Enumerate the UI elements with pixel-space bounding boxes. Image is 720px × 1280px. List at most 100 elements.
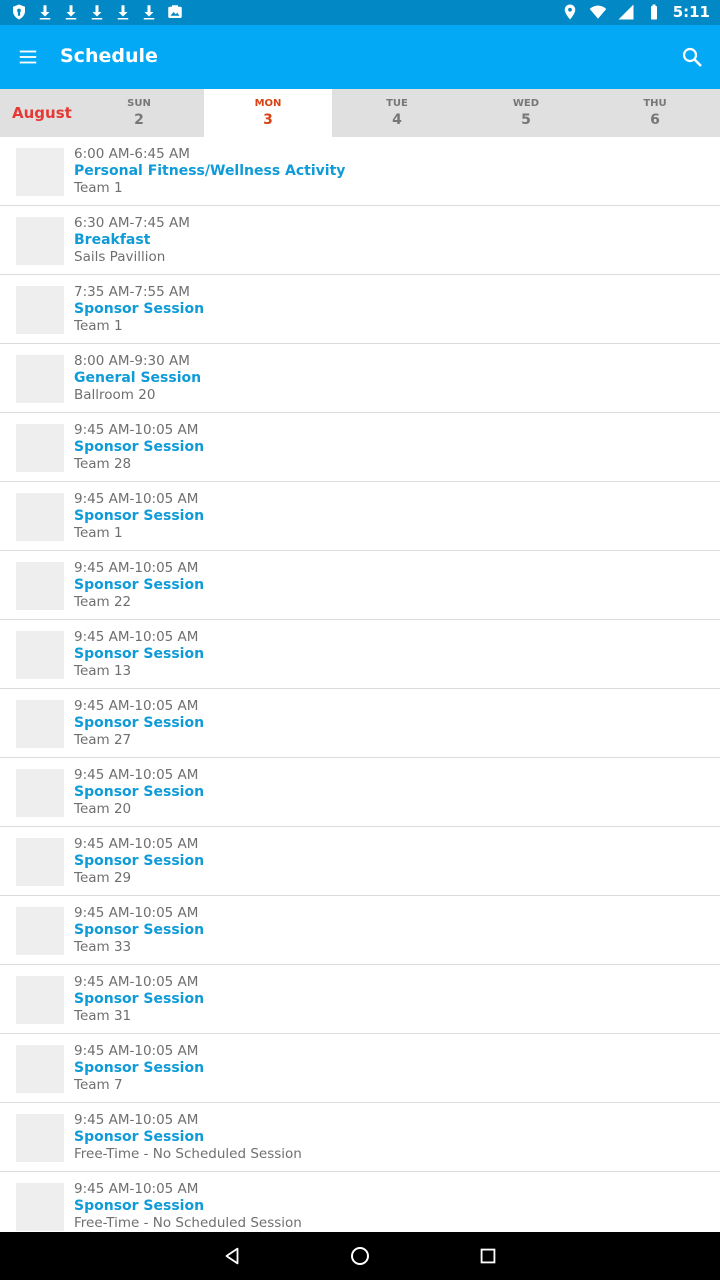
day-thu[interactable]: THU 6 xyxy=(591,89,719,137)
session-thumbnail xyxy=(16,355,64,403)
back-button[interactable] xyxy=(220,1244,244,1268)
session-time: 9:45 AM-10:05 AM xyxy=(74,491,199,507)
day-number: 4 xyxy=(392,112,402,128)
session-time: 7:35 AM-7:55 AM xyxy=(74,284,190,300)
session-time: 9:45 AM-10:05 AM xyxy=(74,629,199,645)
recents-button[interactable] xyxy=(476,1244,500,1268)
session-time: 9:45 AM-10:05 AM xyxy=(74,836,199,852)
list-item[interactable]: 9:45 AM-10:05 AM Sponsor Session Team 28 xyxy=(0,413,720,482)
shield-icon xyxy=(13,4,25,20)
download-icon xyxy=(117,5,129,20)
session-location: Team 1 xyxy=(74,525,123,541)
session-title: Sponsor Session xyxy=(74,715,205,731)
session-location: Team 20 xyxy=(74,801,132,817)
download-icon xyxy=(91,5,103,20)
session-title: Personal Fitness/Wellness Activity xyxy=(74,163,346,179)
session-title: Sponsor Session xyxy=(74,577,205,593)
session-time: 9:45 AM-10:05 AM xyxy=(74,1043,199,1059)
list-item[interactable]: 9:45 AM-10:05 AM Sponsor Session Free-Time… xyxy=(0,1172,720,1232)
session-time: 9:45 AM-10:05 AM xyxy=(74,560,199,576)
list-item[interactable]: 9:45 AM-10:05 AM Sponsor Session Team 29 xyxy=(0,827,720,896)
session-title: Sponsor Session xyxy=(74,439,205,455)
list-item[interactable]: 7:35 AM-7:55 AM Sponsor Session Team 1 xyxy=(0,275,720,344)
session-time: 9:45 AM-10:05 AM xyxy=(74,905,199,921)
list-item[interactable]: 8:00 AM-9:30 AM General Session Ballroom 2… xyxy=(0,344,720,413)
session-location: Team 13 xyxy=(74,663,132,679)
recents-icon xyxy=(480,1248,496,1264)
session-list[interactable]: 6:00 AM-6:45 AM Personal Fitness/Wellness… xyxy=(0,137,720,1232)
menu-button[interactable] xyxy=(10,39,46,75)
session-thumbnail xyxy=(16,769,64,817)
day-number: 5 xyxy=(521,112,531,128)
session-location: Free-Time - No Scheduled Session xyxy=(74,1215,302,1231)
session-title: Sponsor Session xyxy=(74,301,205,317)
day-number: 6 xyxy=(650,112,660,128)
system-nav-bar xyxy=(0,1232,720,1280)
status-time: 5:11 xyxy=(672,3,710,21)
session-title: Breakfast xyxy=(74,232,151,248)
session-thumbnail xyxy=(16,286,64,334)
session-thumbnail xyxy=(16,976,64,1024)
list-item[interactable]: 9:45 AM-10:05 AM Sponsor Session Team 20 xyxy=(0,758,720,827)
session-location: Team 1 xyxy=(74,318,123,334)
session-thumbnail xyxy=(16,907,64,955)
session-time: 9:45 AM-10:05 AM xyxy=(74,1112,199,1128)
session-location: Team 28 xyxy=(74,456,132,472)
wifi-icon xyxy=(589,5,606,19)
day-wed[interactable]: WED 5 xyxy=(462,89,590,137)
day-of-week: SUN xyxy=(127,98,151,109)
session-thumbnail xyxy=(16,838,64,886)
session-thumbnail xyxy=(16,562,64,610)
list-item[interactable]: 6:00 AM-6:45 AM Personal Fitness/Wellness… xyxy=(0,137,720,206)
list-item[interactable]: 9:45 AM-10:05 AM Sponsor Session Team 7 xyxy=(0,1034,720,1103)
session-location: Team 1 xyxy=(74,180,123,196)
download-icon xyxy=(65,5,77,20)
session-time: 9:45 AM-10:05 AM xyxy=(74,1181,199,1197)
menu-icon xyxy=(19,50,37,64)
day-tue[interactable]: TUE 4 xyxy=(333,89,461,137)
list-item[interactable]: 9:45 AM-10:05 AM Sponsor Session Team 33 xyxy=(0,896,720,965)
session-location: Team 29 xyxy=(74,870,132,886)
month-label: August xyxy=(12,104,72,122)
session-title: Sponsor Session xyxy=(74,784,205,800)
session-title: Sponsor Session xyxy=(74,508,205,524)
download-icon xyxy=(143,5,155,20)
day-sun[interactable]: SUN 2 xyxy=(75,89,203,137)
session-title: Sponsor Session xyxy=(74,853,205,869)
session-location: Sails Pavillion xyxy=(74,249,166,265)
session-location: Team 7 xyxy=(74,1077,123,1093)
session-title: Sponsor Session xyxy=(74,991,205,1007)
session-title: Sponsor Session xyxy=(74,922,205,938)
day-of-week: TUE xyxy=(386,98,408,109)
list-item[interactable]: 6:30 AM-7:45 AM Breakfast Sails Pavillion xyxy=(0,206,720,275)
session-title: Sponsor Session xyxy=(74,1198,205,1214)
day-number: 2 xyxy=(134,112,144,128)
session-location: Free-Time - No Scheduled Session xyxy=(74,1146,302,1162)
search-button[interactable] xyxy=(674,39,710,75)
session-time: 9:45 AM-10:05 AM xyxy=(74,767,199,783)
page-title: Schedule xyxy=(60,45,158,67)
session-time: 8:00 AM-9:30 AM xyxy=(74,353,190,369)
download-icon xyxy=(39,5,51,20)
session-time: 6:00 AM-6:45 AM xyxy=(74,146,190,162)
session-title: Sponsor Session xyxy=(74,646,205,662)
home-button[interactable] xyxy=(348,1244,372,1268)
list-item[interactable]: 9:45 AM-10:05 AM Sponsor Session Team 1 xyxy=(0,482,720,551)
day-mon[interactable]: MON 3 xyxy=(204,89,332,137)
session-thumbnail xyxy=(16,493,64,541)
list-item[interactable]: 9:45 AM-10:05 AM Sponsor Session Team 22 xyxy=(0,551,720,620)
session-time: 9:45 AM-10:05 AM xyxy=(74,698,199,714)
location-icon xyxy=(564,4,575,20)
list-item[interactable]: 9:45 AM-10:05 AM Sponsor Session Team 31 xyxy=(0,965,720,1034)
session-thumbnail xyxy=(16,148,64,196)
session-time: 6:30 AM-7:45 AM xyxy=(74,215,190,231)
list-item[interactable]: 9:45 AM-10:05 AM Sponsor Session Team 13 xyxy=(0,620,720,689)
battery-icon xyxy=(650,4,657,20)
search-icon xyxy=(682,47,702,67)
session-time: 9:45 AM-10:05 AM xyxy=(74,422,199,438)
photo-icon xyxy=(168,5,182,18)
session-thumbnail xyxy=(16,631,64,679)
list-item[interactable]: 9:45 AM-10:05 AM Sponsor Session Free-Time… xyxy=(0,1103,720,1172)
list-item[interactable]: 9:45 AM-10:05 AM Sponsor Session Team 27 xyxy=(0,689,720,758)
session-title: Sponsor Session xyxy=(74,1060,205,1076)
